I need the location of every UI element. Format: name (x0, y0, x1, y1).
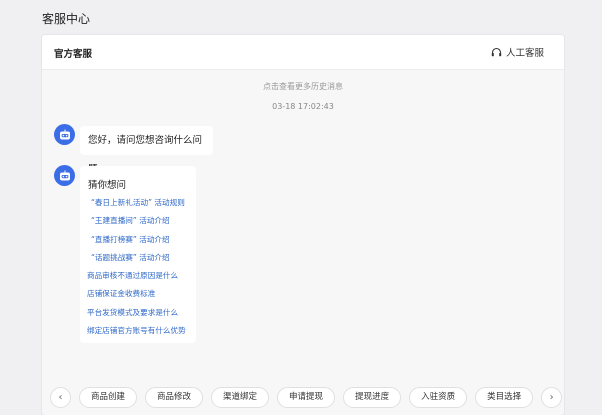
quick-topic-chip[interactable]: 入驻资质 (409, 387, 468, 408)
suggested-question[interactable]: “王建直播间” 活动介绍 (87, 214, 186, 232)
suggested-questions: “春日上新礼活动” 活动规则 “王建直播间” 活动介绍 “直播打榜赛” 活动介绍… (87, 196, 186, 342)
quick-topic-chip[interactable]: 商品修改 (145, 387, 204, 408)
page-title: 客服中心 (42, 12, 91, 26)
human-service-button[interactable]: 人工客服 (491, 45, 544, 59)
suggested-question[interactable]: “话题挑战赛” 活动介绍 (87, 251, 186, 269)
bot-message-suggestions: 猜你想问 “春日上新礼活动” 活动规则 “王建直播间” 活动介绍 “直播打榜赛”… (80, 166, 196, 343)
suggestions-title: 猜你想问 (88, 180, 127, 191)
scroll-left-button[interactable]: ‹ (50, 387, 71, 408)
message-timestamp: 03-18 17:02:43 (272, 102, 334, 111)
suggested-question[interactable]: 绑定店铺官方账号有什么优势 (87, 324, 186, 342)
suggested-question[interactable]: “直播打榜赛” 活动介绍 (87, 233, 186, 251)
chevron-right-icon: › (549, 392, 554, 403)
chevron-left-icon: ‹ (58, 392, 63, 403)
quick-topics-bar: ‹ 商品创建 商品修改 渠道绑定 申请提现 提现进度 入驻资质 类目选择 › (50, 387, 563, 415)
bot-avatar (54, 124, 75, 145)
headset-icon (491, 47, 502, 58)
scroll-right-button[interactable]: › (541, 387, 563, 408)
quick-topic-chip[interactable]: 类目选择 (475, 387, 534, 408)
quick-topic-chip[interactable]: 提现进度 (343, 387, 402, 408)
robot-icon (59, 170, 70, 180)
suggested-question[interactable]: 平台发货模式及要求是什么 (87, 306, 186, 324)
chat-header-title: 官方客服 (54, 49, 93, 60)
quick-topic-chip[interactable]: 渠道绑定 (211, 387, 270, 408)
bot-avatar (54, 165, 75, 186)
chat-header: 官方客服 人工客服 (42, 35, 564, 70)
chat-panel: 官方客服 人工客服 点击查看更多历史消息 03-18 17:02:43 您好，请… (42, 35, 564, 415)
human-service-label: 人工客服 (505, 48, 544, 59)
robot-icon (59, 129, 70, 139)
suggested-question[interactable]: “春日上新礼活动” 活动规则 (87, 196, 186, 214)
bot-message-greeting: 您好，请问您想咨询什么问题 (80, 126, 213, 175)
quick-topic-chip[interactable]: 申请提现 (277, 387, 336, 408)
suggested-question[interactable]: 商品审核不通过原因是什么 (87, 269, 186, 287)
load-history-link[interactable]: 点击查看更多历史消息 (42, 81, 564, 92)
suggested-question[interactable]: 店铺保证金收费标准 (87, 287, 186, 305)
quick-topic-chip[interactable]: 商品创建 (79, 387, 138, 408)
